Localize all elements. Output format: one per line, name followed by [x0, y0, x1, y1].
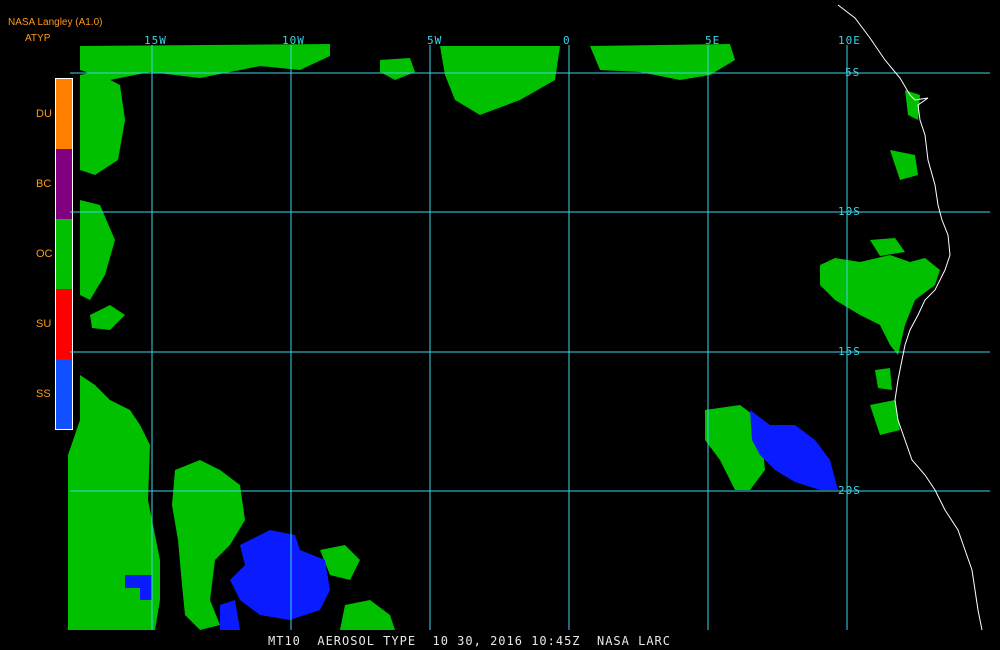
lon-label-10w: 10W: [282, 34, 305, 47]
lon-label-10e: 10E: [838, 34, 861, 47]
lon-label-5w: 5W: [427, 34, 443, 47]
aerosol-map: [68, 4, 990, 631]
lat-label-15s: 15S: [838, 345, 861, 358]
lon-label-0: 0: [563, 34, 571, 47]
lat-label-10s: 10S: [838, 205, 861, 218]
oc-aerosol-regions: [68, 44, 940, 630]
lat-label-5s: 5S: [845, 66, 861, 79]
lon-label-5e: 5E: [705, 34, 721, 47]
lon-label-15w: 15W: [144, 34, 167, 47]
lat-label-20s: 20S: [838, 484, 861, 497]
image-caption: MT10 AEROSOL TYPE 10 30, 2016 10:45Z NAS…: [268, 634, 672, 648]
